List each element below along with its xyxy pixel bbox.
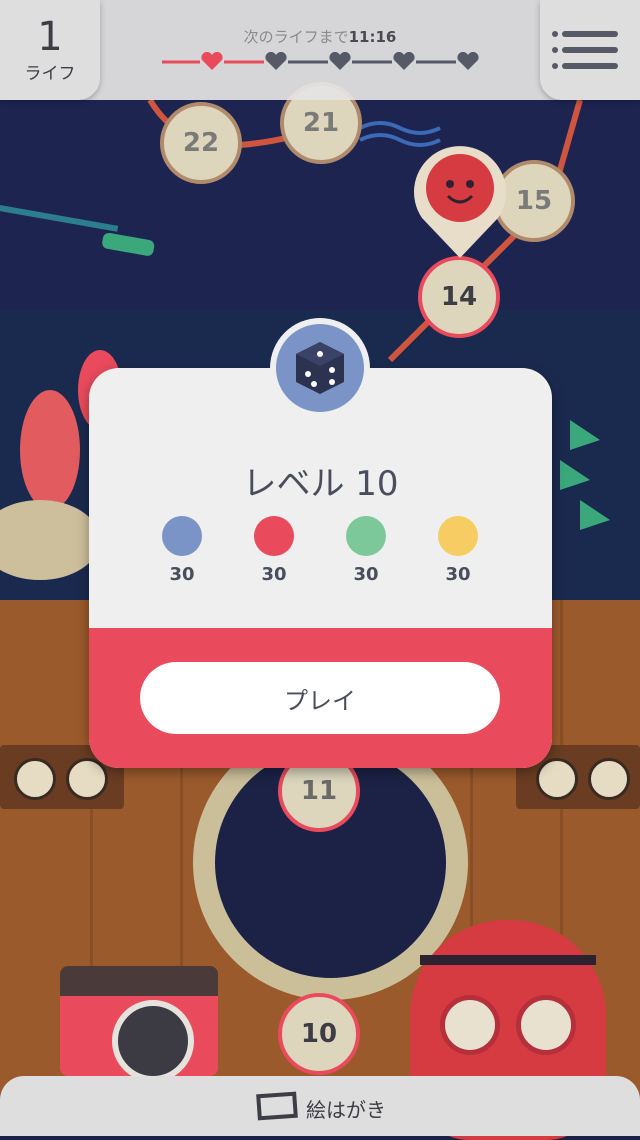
goal-count: 30 <box>445 564 471 585</box>
menu-icon <box>562 31 618 37</box>
play-button[interactable]: プレイ <box>140 662 500 734</box>
menu-icon <box>562 63 618 69</box>
camera-top <box>60 966 218 996</box>
heart-icon <box>201 52 223 70</box>
heart-icon <box>265 52 287 70</box>
menu-icon <box>562 47 618 53</box>
goal-dot-green <box>346 516 386 556</box>
life-timer: 次のライフまで11:16 <box>100 26 540 47</box>
timer-value: 11:16 <box>348 28 397 46</box>
goal-dot-blue <box>162 516 202 556</box>
dice-icon <box>296 342 344 394</box>
life-hearts <box>162 52 479 70</box>
goal-dot-yellow <box>438 516 478 556</box>
tiki-mask-eye <box>440 995 500 1055</box>
timer-prefix: 次のライフまで <box>243 28 349 46</box>
lives-counter[interactable]: 1 ライフ <box>0 0 100 100</box>
lives-label: ライフ <box>24 63 76 84</box>
lives-count: 1 <box>37 13 63 60</box>
goal-count: 30 <box>261 564 287 585</box>
menu-icon <box>552 63 558 69</box>
gauge-icon <box>14 758 56 800</box>
heart-icon <box>393 52 415 70</box>
player-marker-icon <box>414 146 506 258</box>
level-title: レベル 10 <box>242 464 399 504</box>
tiki-mask-eye <box>516 995 576 1055</box>
menu-icon <box>552 47 558 53</box>
goal-dot-red <box>254 516 294 556</box>
postcard-icon <box>256 1091 298 1121</box>
level-dialog: レベル 10 30 30 30 30 プレイ <box>89 368 552 768</box>
level-node-current[interactable]: 14 <box>418 256 500 338</box>
level-node[interactable]: 22 <box>160 102 242 184</box>
level-node[interactable]: 10 <box>278 993 360 1075</box>
menu-icon <box>552 31 558 37</box>
goal-count: 30 <box>169 564 195 585</box>
camera-lens <box>112 1000 194 1082</box>
postcard-label: 絵はがき <box>306 1098 386 1122</box>
heart-icon <box>329 52 351 70</box>
goal-count: 30 <box>353 564 379 585</box>
menu-button[interactable] <box>540 0 640 100</box>
gauge-icon <box>588 758 630 800</box>
heart-icon <box>457 52 479 70</box>
tiki-mask-band <box>420 955 596 965</box>
